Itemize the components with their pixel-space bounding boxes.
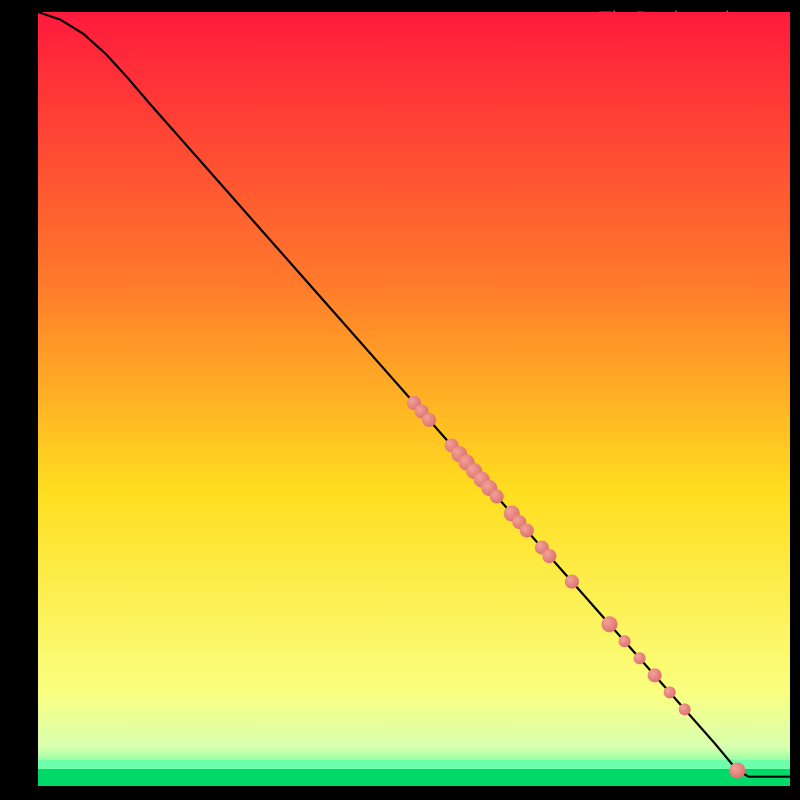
data-point [602, 616, 618, 632]
data-point [634, 652, 646, 664]
data-point [679, 703, 691, 715]
data-point [664, 686, 676, 698]
data-point [565, 575, 579, 589]
data-point [520, 524, 534, 538]
green-band [38, 769, 790, 786]
bottleneck-chart [38, 12, 790, 786]
data-point [729, 763, 745, 779]
data-point [490, 490, 504, 504]
chart-frame: TheBottleneck.com [38, 12, 790, 786]
green-band-light [38, 760, 790, 769]
data-point [542, 549, 556, 563]
data-point [619, 635, 631, 647]
data-point [648, 668, 662, 682]
data-point [422, 413, 436, 427]
